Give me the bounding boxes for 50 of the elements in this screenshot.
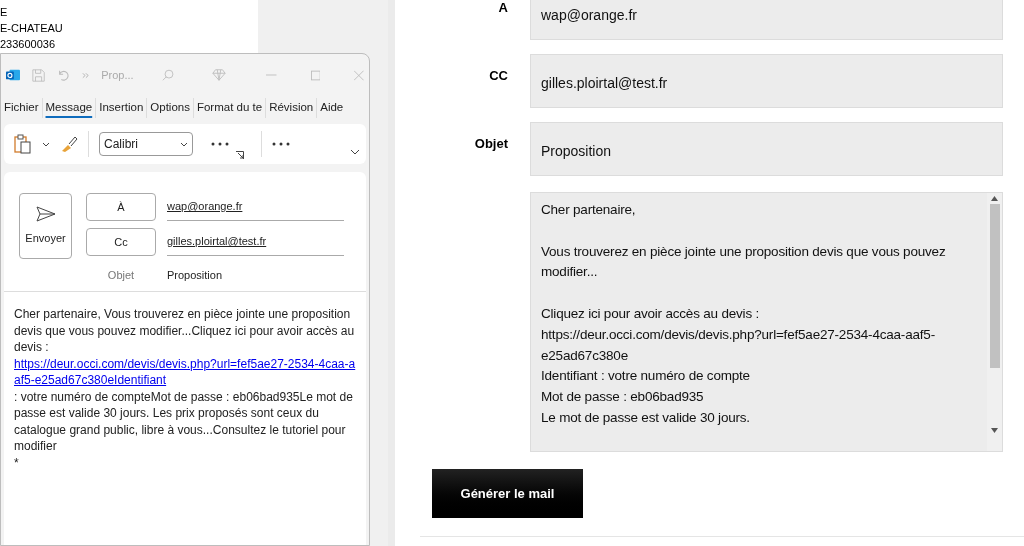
font-select[interactable]: Calibri [99,132,193,156]
search-icon[interactable] [162,68,175,82]
chevron-down-icon[interactable] [350,149,360,155]
subject-field[interactable]: Proposition [167,266,223,284]
caret-icon[interactable] [42,141,50,147]
scrollbar[interactable] [987,193,1002,451]
field-label: CC [489,67,508,85]
message-body: Cher partenaire, Vous trouverez en pièce jointe une proposition devis que vous pouvez modifier...Cliquez ici pour avoir accès au devis : [14,306,356,356]
document-text: E [0,5,8,20]
more-icon[interactable] [211,142,229,146]
document-text: E-CHATEAU [0,21,63,36]
overflow-chevron-icon[interactable] [82,71,90,79]
body-text: : votre numéro de compteMot de passe : eb06bad935Le mot de passe est valide 30 jours. Les prix proposés sont ceux du catalogue grand public, libre à vous...Consultez le tutoriel pour modifier [14,388,354,455]
recipient-field[interactable]: gilles.ploirtal@test.fr [167,228,344,256]
recipient-button[interactable]: À [86,193,156,221]
recipient-button[interactable]: Cc [86,228,156,256]
close-icon[interactable] [354,69,365,81]
ribbon-tab[interactable]: Insertion [95,98,147,118]
scroll-up-icon [991,196,998,201]
document-text: 233600036 [0,37,56,52]
ribbon-tab[interactable]: Aide [316,98,347,118]
clipboard-icon[interactable] [14,134,32,154]
devis-link[interactable]: https://deur.occi.com/devis/devis.php?url=fef5ae27-2534-4caa-aaf5-e25ad67c380eIdentifiant [14,355,356,389]
send-icon [35,205,56,222]
ribbon-tab[interactable]: Révision [265,98,317,118]
generate-mail-button[interactable]: Générer le mail [432,469,583,518]
dialog-launcher-icon[interactable] [236,151,244,159]
input-field[interactable]: Proposition [530,122,1003,176]
diamond-icon[interactable] [212,68,227,82]
field-label: A [498,0,508,17]
caret-icon [180,141,188,147]
ribbon-tab[interactable]: Fichier [1,98,42,118]
field-label: Objet [474,135,508,153]
recipient-field[interactable]: wap@orange.fr [167,193,344,221]
maximize-icon[interactable] [310,69,321,81]
brush-icon[interactable] [60,135,78,153]
subject-label: Objet [106,267,136,283]
message-field[interactable]: Cher partenaire, Vous trouverez en pièce jointe une proposition devis que vous pouvez modifier... Cliquez ici pour avoir accès au devis : https://deur.occi.com/devis/devis.php?url=fef5ae27-2534-4caa-aaf5-e25ad67c380e Identifiant : votre numéro de compte Mot de passe : eb06bad935 Le mot de passe est valide 30 jours. [530,192,1003,452]
ribbon-tab[interactable]: Format du te [192,98,266,118]
more-icon[interactable] [272,142,290,146]
scroll-down-icon [991,428,998,433]
save-icon[interactable] [32,67,46,83]
ribbon-tab[interactable]: Message [41,98,96,118]
ribbon-tab[interactable]: Options [146,98,193,118]
input-field[interactable]: wap@orange.fr [530,0,1003,40]
input-field[interactable]: gilles.ploirtal@test.fr [530,54,1003,108]
app-icon [6,67,20,83]
window-title: Prop... [101,67,135,83]
body-text: * [14,454,19,471]
send-button[interactable]: Envoyer [19,193,72,259]
